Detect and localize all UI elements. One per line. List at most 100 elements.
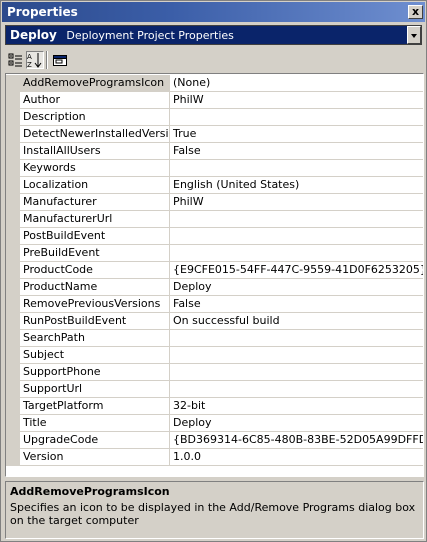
property-name[interactable]: PostBuildEvent <box>20 228 170 245</box>
row-gutter <box>6 279 20 296</box>
property-row[interactable]: ProductName Deploy <box>6 279 423 296</box>
property-row[interactable]: RemovePreviousVersions False <box>6 296 423 313</box>
row-gutter <box>6 245 20 262</box>
property-name[interactable]: ProductName <box>20 279 170 296</box>
object-name: Deploy <box>10 28 57 42</box>
row-gutter <box>6 415 20 432</box>
property-grid: AddRemoveProgramsIcon (None) Author PhilW De… <box>5 73 424 477</box>
row-gutter <box>6 92 20 109</box>
property-row[interactable]: RunPostBuildEvent On successful build <box>6 313 423 330</box>
property-name[interactable]: Author <box>20 92 170 109</box>
property-row[interactable]: ProductCode {E9CFE015-54FF-447C-9559-41D0… <box>6 262 423 279</box>
property-row[interactable]: PostBuildEvent <box>6 228 423 245</box>
property-name[interactable]: TargetPlatform <box>20 398 170 415</box>
property-pages-icon <box>53 55 67 66</box>
property-name[interactable]: Localization <box>20 177 170 194</box>
property-value[interactable] <box>170 347 423 364</box>
property-value[interactable]: Deploy <box>170 415 423 432</box>
property-value[interactable] <box>170 211 423 228</box>
property-value[interactable]: PhilW <box>170 194 423 211</box>
property-value[interactable] <box>170 245 423 262</box>
property-name[interactable]: ProductCode <box>20 262 170 279</box>
property-value[interactable] <box>170 109 423 126</box>
property-name[interactable]: AddRemoveProgramsIcon <box>20 75 170 92</box>
object-selector-dropdown[interactable]: Deploy Deployment Project Properties <box>5 25 422 45</box>
row-gutter <box>6 449 20 466</box>
property-row[interactable]: Localization English (United States) <box>6 177 423 194</box>
properties-window: Properties x Deploy Deployment Project P… <box>0 0 427 542</box>
row-gutter <box>6 262 20 279</box>
row-gutter <box>6 381 20 398</box>
property-row[interactable]: SearchPath <box>6 330 423 347</box>
property-name[interactable]: RemovePreviousVersions <box>20 296 170 313</box>
property-value[interactable]: False <box>170 296 423 313</box>
property-name[interactable]: ManufacturerUrl <box>20 211 170 228</box>
properties-toolbar: A Z <box>5 49 422 71</box>
property-value[interactable]: True <box>170 126 423 143</box>
property-row[interactable]: Subject <box>6 347 423 364</box>
row-gutter <box>6 228 20 245</box>
property-value[interactable]: (None) <box>170 75 423 92</box>
row-gutter <box>6 398 20 415</box>
close-button[interactable]: x <box>408 5 423 19</box>
row-gutter <box>6 347 20 364</box>
property-row[interactable]: ManufacturerUrl <box>6 211 423 228</box>
property-value[interactable]: English (United States) <box>170 177 423 194</box>
property-row[interactable]: Keywords <box>6 160 423 177</box>
property-name[interactable]: DetectNewerInstalledVersion <box>20 126 170 143</box>
row-gutter <box>6 211 20 228</box>
property-value[interactable]: {E9CFE015-54FF-447C-9559-41D0F6253205} <box>170 262 423 279</box>
row-gutter <box>6 313 20 330</box>
property-row[interactable]: SupportPhone <box>6 364 423 381</box>
property-row[interactable]: Version 1.0.0 <box>6 449 423 466</box>
description-pane: AddRemoveProgramsIcon Specifies an icon … <box>5 481 424 539</box>
property-value[interactable]: PhilW <box>170 92 423 109</box>
property-row[interactable]: UpgradeCode {BD369314-6C85-480B-83BE-52D0… <box>6 432 423 449</box>
property-value[interactable] <box>170 381 423 398</box>
alphabetical-button[interactable]: A Z <box>26 51 44 69</box>
property-name[interactable]: SearchPath <box>20 330 170 347</box>
chevron-down-icon[interactable] <box>407 26 421 44</box>
toolbar-separator <box>46 51 48 69</box>
property-value[interactable]: On successful build <box>170 313 423 330</box>
svg-text:A: A <box>27 53 32 61</box>
row-gutter <box>6 296 20 313</box>
property-name[interactable]: Version <box>20 449 170 466</box>
property-value[interactable] <box>170 160 423 177</box>
property-row[interactable]: PreBuildEvent <box>6 245 423 262</box>
property-value[interactable]: {BD369314-6C85-480B-83BE-52D05A99DFFD} <box>170 432 423 449</box>
property-name[interactable]: Manufacturer <box>20 194 170 211</box>
property-name[interactable]: Subject <box>20 347 170 364</box>
property-value[interactable] <box>170 364 423 381</box>
property-row[interactable]: TargetPlatform 32-bit <box>6 398 423 415</box>
property-row[interactable]: Author PhilW <box>6 92 423 109</box>
property-name[interactable]: UpgradeCode <box>20 432 170 449</box>
property-row[interactable]: AddRemoveProgramsIcon (None) <box>6 75 423 92</box>
property-row[interactable]: Manufacturer PhilW <box>6 194 423 211</box>
row-gutter <box>6 75 20 92</box>
property-pages-button[interactable] <box>51 51 69 69</box>
categorized-button[interactable] <box>7 51 25 69</box>
property-value[interactable] <box>170 330 423 347</box>
property-name[interactable]: Title <box>20 415 170 432</box>
property-row[interactable]: SupportUrl <box>6 381 423 398</box>
property-name[interactable]: SupportUrl <box>20 381 170 398</box>
property-value[interactable]: 32-bit <box>170 398 423 415</box>
property-value[interactable] <box>170 228 423 245</box>
property-name[interactable]: RunPostBuildEvent <box>20 313 170 330</box>
property-name[interactable]: Description <box>20 109 170 126</box>
property-row[interactable]: InstallAllUsers False <box>6 143 423 160</box>
title-bar[interactable]: Properties x <box>2 2 425 22</box>
property-name[interactable]: PreBuildEvent <box>20 245 170 262</box>
property-row[interactable]: DetectNewerInstalledVersion True <box>6 126 423 143</box>
row-gutter <box>6 126 20 143</box>
alphabetical-icon: A Z <box>27 53 42 69</box>
property-value[interactable]: Deploy <box>170 279 423 296</box>
property-row[interactable]: Description <box>6 109 423 126</box>
property-value[interactable]: False <box>170 143 423 160</box>
property-value[interactable]: 1.0.0 <box>170 449 423 466</box>
property-name[interactable]: Keywords <box>20 160 170 177</box>
property-name[interactable]: InstallAllUsers <box>20 143 170 160</box>
property-row[interactable]: Title Deploy <box>6 415 423 432</box>
property-name[interactable]: SupportPhone <box>20 364 170 381</box>
